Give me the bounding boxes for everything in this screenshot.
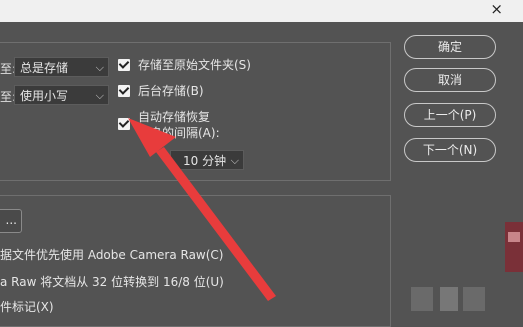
background-photo-strip <box>505 222 523 272</box>
save-to-original-folder-label: 存储至原始文件夹(S) <box>138 58 251 72</box>
save-in-background-option[interactable]: 后台存储(B) <box>118 83 204 99</box>
auto-save-recovery-label-line2: 信息的间隔(A): <box>138 126 220 140</box>
image-preview-select[interactable]: 总是存储 ⌵ <box>14 57 109 77</box>
save-in-background-label: 后台存储(B) <box>138 84 204 98</box>
save-to-original-folder-option[interactable]: 存储至原始文件夹(S) <box>118 57 251 73</box>
chevron-down-icon: ⌵ <box>95 61 104 74</box>
chevron-down-icon: ⌵ <box>95 89 104 102</box>
save-to-original-folder-checkbox[interactable] <box>118 59 130 71</box>
background-photo-highlight <box>508 232 520 242</box>
auto-save-recovery-checkbox[interactable] <box>118 118 130 130</box>
close-icon[interactable]: × <box>490 0 503 18</box>
dialog-titlebar: × <box>0 0 523 22</box>
camera-raw-bitdepth-option[interactable]: a Raw 将文档从 32 位转换到 16/8 位(U) <box>0 273 224 290</box>
file-extension-select[interactable]: 使用小写 ⌵ <box>14 85 109 105</box>
next-button[interactable]: 下一个(N) <box>404 138 496 162</box>
file-tag-option[interactable]: 件标记(X) <box>0 298 54 315</box>
image-preview-value: 总是存储 <box>20 61 69 75</box>
auto-save-recovery-option[interactable]: 自动存储恢复 信息的间隔(A): <box>118 109 220 141</box>
file-extension-value: 使用小写 <box>20 89 69 103</box>
auto-save-recovery-label: 自动存储恢复 信息的间隔(A): <box>138 109 220 141</box>
ok-button[interactable]: 确定 <box>404 35 496 59</box>
watermark-block <box>440 287 458 311</box>
camera-raw-preference-option[interactable]: 据文件优先使用 Adobe Camera Raw(C) <box>0 246 223 263</box>
chevron-down-icon: ⌵ <box>230 154 239 167</box>
watermark-block <box>463 287 485 311</box>
prev-button[interactable]: 上一个(P) <box>404 103 496 127</box>
save-in-background-checkbox[interactable] <box>118 85 130 97</box>
more-options-button[interactable]: ... <box>0 209 22 233</box>
watermark-block <box>411 287 433 311</box>
auto-save-interval-select[interactable]: 10 分钟 ⌵ <box>170 150 244 170</box>
auto-save-interval-value: 10 分钟 <box>183 154 227 168</box>
cancel-button[interactable]: 取消 <box>404 68 496 92</box>
auto-save-recovery-label-line1: 自动存储恢复 <box>138 110 211 124</box>
